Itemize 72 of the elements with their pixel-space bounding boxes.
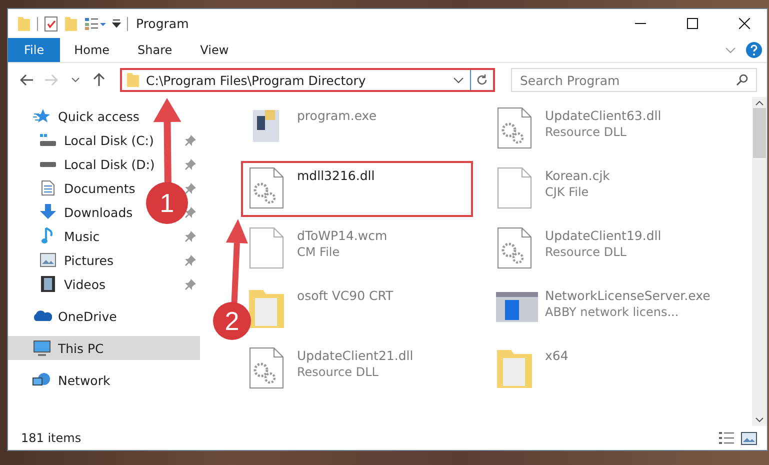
file-type: ABBY network licens... <box>545 305 680 319</box>
file-name[interactable]: mdll3216.dll <box>297 168 375 183</box>
file-name[interactable]: Korean.cjk <box>545 168 610 183</box>
nav-item[interactable]: Videos <box>64 276 106 292</box>
videos-icon <box>41 276 55 292</box>
properties-icon[interactable] <box>44 16 58 32</box>
file-type: Resource DLL <box>297 365 380 379</box>
star-icon <box>33 108 51 124</box>
item-count: 181 items <box>21 431 82 445</box>
minimize-icon <box>634 22 646 24</box>
view-options-icon[interactable] <box>84 16 106 30</box>
cloud-icon <box>32 310 52 322</box>
music-icon <box>41 227 55 245</box>
documents-icon <box>41 180 55 196</box>
maximize-icon <box>686 18 698 29</box>
scroll-down-icon[interactable] <box>755 417 764 423</box>
pin-icon[interactable] <box>184 254 196 266</box>
details-view-icon[interactable] <box>718 431 735 445</box>
nav-item[interactable]: Music <box>64 228 100 244</box>
drive-icon <box>39 133 57 147</box>
pin-icon[interactable] <box>184 134 196 146</box>
pin-icon[interactable] <box>184 158 196 170</box>
pin-icon[interactable] <box>184 230 196 242</box>
scroll-thumb[interactable] <box>753 108 766 158</box>
file-type: Resource DLL <box>545 125 628 139</box>
network-icon <box>32 372 52 388</box>
search-field[interactable]: Search Program <box>511 68 757 92</box>
nav-item[interactable]: This PC <box>58 340 104 356</box>
pin-icon[interactable] <box>184 182 196 194</box>
pin-icon[interactable] <box>184 278 196 290</box>
nav-item[interactable]: Pictures <box>64 252 114 268</box>
folder-icon <box>126 72 140 88</box>
file-name[interactable]: UpdateClient19.dll <box>545 228 662 243</box>
scroll-up-icon[interactable] <box>755 100 764 106</box>
file-name[interactable]: UpdateClient63.dll <box>545 108 662 123</box>
step-badge: 2 <box>213 302 251 340</box>
window-title: Program <box>136 16 189 31</box>
back-button[interactable] <box>18 74 36 86</box>
file-type: CJK File <box>545 185 590 199</box>
file-type: CM File <box>297 245 341 259</box>
nav-item[interactable]: Local Disk (D:) <box>64 156 155 172</box>
file-name[interactable]: x64 <box>545 348 568 363</box>
ribbon-tab[interactable]: Share <box>124 38 186 62</box>
pin-icon[interactable] <box>184 206 196 218</box>
ribbon-tab[interactable]: File <box>8 38 60 62</box>
large-icons-view-icon[interactable] <box>741 432 757 444</box>
nav-item[interactable]: Network <box>58 372 110 388</box>
dropdown-icon[interactable] <box>453 76 464 84</box>
file-name[interactable]: osoft VC90 CRT <box>297 288 394 303</box>
ribbon-tab[interactable]: Home <box>60 38 124 62</box>
close-icon <box>738 18 750 29</box>
address-path: C:\Program Files\Program Directory <box>146 72 367 88</box>
ribbon-tab[interactable]: View <box>186 38 243 62</box>
file-type: Resource DLL <box>545 245 628 259</box>
computer-icon <box>33 340 51 356</box>
nav-item[interactable]: Local Disk (C:) <box>64 132 154 148</box>
nav-item[interactable]: Quick access <box>58 108 140 124</box>
step-badge: 1 <box>146 182 188 224</box>
address-field[interactable]: C:\Program Files\Program Directory <box>120 68 495 92</box>
file-name[interactable]: NetworkLicenseServer.exe <box>545 288 710 303</box>
file-name[interactable]: dToWP14.wcm <box>297 228 388 243</box>
nav-item[interactable]: Downloads <box>64 204 133 220</box>
nav-item[interactable]: OneDrive <box>58 308 117 324</box>
nav-item[interactable]: Documents <box>64 180 136 196</box>
pictures-icon <box>40 253 56 267</box>
search-icon <box>736 74 748 86</box>
drive-icon <box>40 162 56 166</box>
scrollbar[interactable] <box>752 97 767 426</box>
file-name[interactable]: program.exe <box>297 108 377 123</box>
customize-toolbar-icon[interactable] <box>112 19 121 28</box>
downloads-icon <box>39 204 57 220</box>
file-name[interactable]: UpdateClient21.dll <box>297 348 414 363</box>
